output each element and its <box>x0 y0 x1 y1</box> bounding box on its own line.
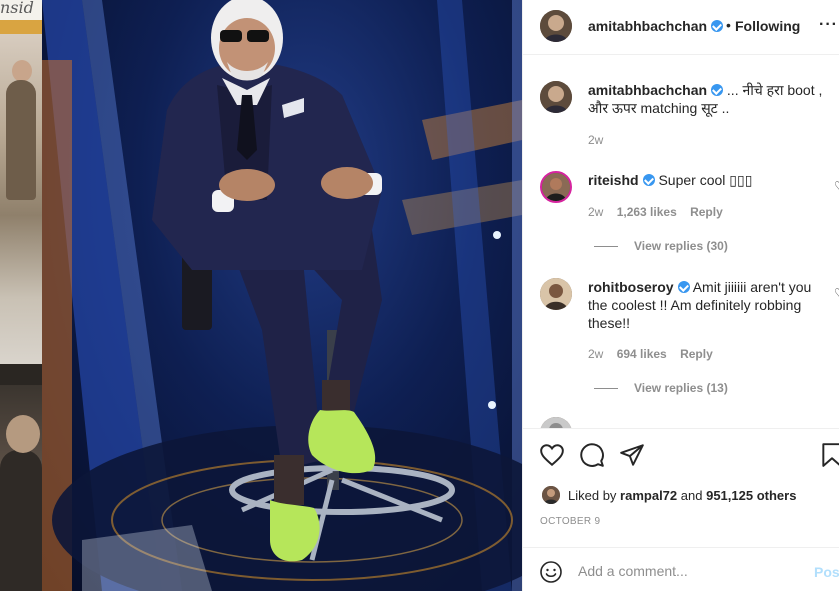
post-image-illustration <box>42 0 522 591</box>
comment-username-1[interactable]: riteishd <box>588 172 639 188</box>
post-image[interactable] <box>42 0 522 591</box>
view-replies-button-2[interactable]: View replies (13) <box>594 381 728 395</box>
background-photo-person-head <box>12 60 32 82</box>
comment-body-2-line-3: these!! <box>588 315 631 331</box>
comment-likes-1[interactable]: 1,263 likes <box>617 205 677 219</box>
caption-avatar[interactable] <box>540 81 572 113</box>
background-photo-person-head-2 <box>6 415 40 453</box>
comment-avatar-partial[interactable] <box>540 417 572 428</box>
comment-like-heart-icon-1[interactable]: ♡ <box>834 180 839 192</box>
post-header: amitabhbachchan • Following ··· <box>523 0 839 55</box>
post-comment-button[interactable]: Post <box>814 564 839 580</box>
comment-body-2-line-2: the coolest !! Am definitely robbing <box>588 297 802 313</box>
caption-line-1: ... नीचे हरा boot , <box>726 82 823 98</box>
caption-text: amitabhbachchan ... नीचे हरा boot , और ऊ… <box>588 81 828 117</box>
comment-time-1: 2w <box>588 205 604 219</box>
comment-text-1: riteishd Super cool ▯▯▯ <box>588 171 823 189</box>
caption-time: 2w <box>588 133 604 147</box>
emoji-placeholder-icon: ▯▯▯ <box>729 172 753 188</box>
comment-text-2: rohitboseroy Amit jiiiiii aren't you the… <box>588 278 823 332</box>
comment-username-2[interactable]: rohitboseroy <box>588 279 674 295</box>
liker-avatar-image <box>542 486 560 504</box>
comment-like-heart-icon-2[interactable]: ♡ <box>834 287 839 299</box>
view-replies-label-1: View replies (30) <box>634 239 728 253</box>
comment-input[interactable] <box>578 558 798 584</box>
heart-icon[interactable] <box>539 442 565 468</box>
background-banner-text: nsid <box>0 0 34 17</box>
comment-avatar-image <box>540 278 572 310</box>
post-date[interactable]: OCTOBER 9 <box>540 516 600 527</box>
instagram-post-modal: nsid amitabhbachchan • Following ··· ami… <box>0 0 839 591</box>
caption-avatar-image <box>540 81 572 113</box>
background-banner: nsid <box>0 0 42 20</box>
comment-avatar-riteishd[interactable] <box>540 171 572 203</box>
author-username-text: amitabhbachchan <box>588 18 708 34</box>
background-feed-strip: nsid <box>0 0 42 591</box>
likes-user[interactable]: rampal72 <box>620 488 677 503</box>
verified-badge-icon <box>677 281 690 293</box>
share-icon[interactable] <box>619 442 645 468</box>
caption-line-2: और ऊपर matching सूट .. <box>588 100 730 116</box>
caption-username[interactable]: amitabhbachchan <box>588 82 707 98</box>
background-photo-person <box>6 80 36 200</box>
author-avatar-image <box>540 10 572 42</box>
more-options-icon[interactable]: ··· <box>819 16 838 34</box>
emoji-icon[interactable] <box>539 560 563 584</box>
likes-middle: and <box>680 488 703 503</box>
comment-reply-button-2[interactable]: Reply <box>680 347 713 361</box>
likes-prefix: Liked by <box>568 488 617 503</box>
view-replies-line <box>594 246 618 248</box>
view-replies-label-2: View replies (13) <box>634 381 728 395</box>
view-replies-button-1[interactable]: View replies (30) <box>594 239 728 253</box>
post-sidebar: amitabhbachchan • Following ··· amitabhb… <box>522 0 839 591</box>
header-separator: • <box>726 17 731 33</box>
comment-reply-button-1[interactable]: Reply <box>690 205 723 219</box>
bookmark-icon[interactable] <box>819 442 839 468</box>
verified-badge-icon <box>642 174 655 186</box>
likes-summary[interactable]: Liked by rampal72 and 951,125 others <box>568 488 796 503</box>
comment-meta-2: 2w 694 likes Reply <box>588 347 713 361</box>
comment-body-2-line-1: Amit jiiiiii aren't you <box>692 279 812 295</box>
add-comment-bar: Post <box>523 547 839 591</box>
view-replies-line <box>594 388 618 390</box>
liker-avatar[interactable] <box>542 486 560 504</box>
comment-likes-2[interactable]: 694 likes <box>617 347 667 361</box>
verified-badge-icon <box>711 84 724 96</box>
author-avatar[interactable] <box>540 10 572 42</box>
comment-avatar-image <box>542 173 570 201</box>
background-accent-bar <box>0 20 42 34</box>
comment-avatar-image <box>540 417 572 428</box>
comments-list[interactable]: amitabhbachchan ... नीचे हरा boot , और ऊ… <box>523 55 839 428</box>
comment-meta-1: 2w 1,263 likes Reply <box>588 205 723 219</box>
comment-icon[interactable] <box>579 442 605 468</box>
comment-time-2: 2w <box>588 347 604 361</box>
following-button[interactable]: Following <box>735 18 800 34</box>
author-username[interactable]: amitabhbachchan <box>588 18 724 34</box>
verified-badge-icon <box>711 20 724 32</box>
likes-others[interactable]: 951,125 others <box>706 488 796 503</box>
comment-avatar-rohitboseroy[interactable] <box>540 278 572 310</box>
background-photo-person-body <box>0 450 42 591</box>
comment-body-1: Super cool <box>658 172 730 188</box>
